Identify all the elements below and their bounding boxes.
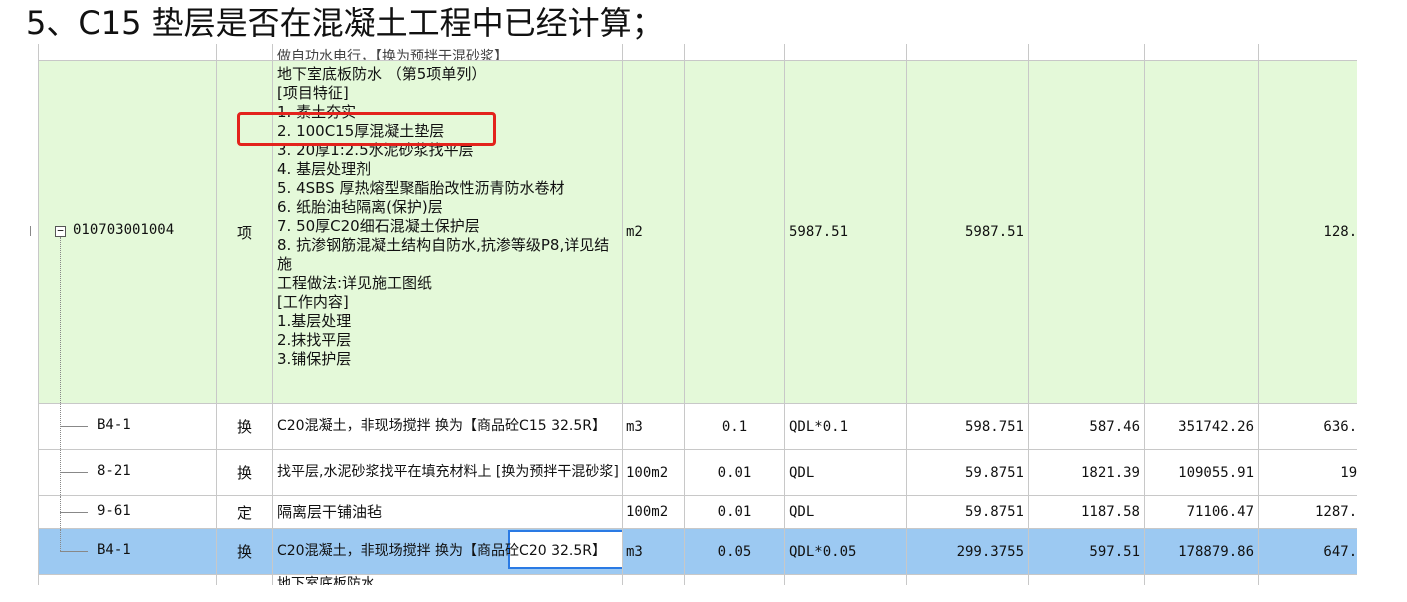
quota-quantity-expr[interactable]: QDL bbox=[785, 450, 907, 496]
tree-line bbox=[60, 237, 61, 403]
quota-code: B4-1 bbox=[97, 542, 131, 558]
quota-total: 71106.47 bbox=[1145, 496, 1259, 529]
quota-total: 109055.91 bbox=[1145, 450, 1259, 496]
bill-item-description-cell[interactable]: 地下室底板防水 （第5项单列） [项目特征] 1. 素土夯实 2. 100C15… bbox=[273, 61, 623, 404]
quota-description: C20混凝土，非现场搅拌 换为【商品砼C15 32.5R】 bbox=[277, 418, 606, 434]
bill-item-unit: m2 bbox=[623, 61, 685, 404]
quota-description: 隔离层干铺油毡 bbox=[277, 502, 383, 521]
quota-quantity-expr[interactable]: QDL*0.1 bbox=[785, 404, 907, 450]
bill-item-description: 地下室底板防水 （第5项单列） [项目特征] 1. 素土夯实 2. 100C15… bbox=[277, 65, 610, 368]
quota-code: 8-21 bbox=[97, 463, 131, 479]
quota-unit: m3 bbox=[623, 529, 685, 575]
bill-item-total bbox=[1145, 61, 1259, 404]
quota-quantity: 598.751 bbox=[907, 404, 1029, 450]
quota-row[interactable]: B4-1 换 C20混凝土，非现场搅拌 换为【商品砼C15 32.5R】 m3 … bbox=[39, 404, 1357, 450]
quota-unit-price: 587.46 bbox=[1029, 404, 1145, 450]
quota-content: 0.05 bbox=[685, 529, 785, 575]
quota-row-selected[interactable]: B4-1 换 C20混凝土，非现场搅拌 换为【商品砼C20 32.5R】 m3 … bbox=[39, 529, 1357, 575]
quota-unit-price: 597.51 bbox=[1029, 529, 1145, 575]
quota-last-value: 636.68 bbox=[1259, 404, 1357, 450]
quota-type: 定 bbox=[217, 496, 273, 529]
quota-last-value: 647.57 bbox=[1259, 529, 1357, 575]
quota-last-value: 1287.09 bbox=[1259, 496, 1357, 529]
bill-item-unit-price bbox=[1029, 61, 1145, 404]
quota-quantity-expr[interactable]: QDL bbox=[785, 496, 907, 529]
bill-item-type: 项 bbox=[217, 61, 273, 404]
quota-unit: m3 bbox=[623, 404, 685, 450]
quota-description: 找平层,水泥砂浆找平在填充材料上 [换为预拌干混砂浆] bbox=[277, 464, 619, 480]
quota-description: C20混凝土，非现场搅拌 换为【商品砼C20 32.5R】 bbox=[277, 543, 606, 559]
quota-description-editor[interactable]: C20混凝土，非现场搅拌 换为【商品砼C20 32.5R】 bbox=[273, 529, 623, 575]
quota-quantity: 59.8751 bbox=[907, 450, 1029, 496]
quota-content: 0.01 bbox=[685, 496, 785, 529]
quota-quantity: 59.8751 bbox=[907, 496, 1029, 529]
quota-type: 换 bbox=[217, 450, 273, 496]
partial-row-bottom: 地下室底板防水 bbox=[39, 575, 1357, 585]
quota-code: B4-1 bbox=[97, 417, 131, 433]
collapse-minus-icon[interactable]: − bbox=[55, 225, 66, 237]
quota-total: 351742.26 bbox=[1145, 404, 1259, 450]
quota-grid: 做自功水电行，【换为预拌干混砂浆】 − 010703001004 项 地下室底板… bbox=[38, 44, 1357, 585]
quota-row[interactable]: 9-61 定 隔离层干铺油毡 100m2 0.01 QDL 59.8751 11… bbox=[39, 496, 1357, 529]
quota-last-value: 1974 bbox=[1259, 450, 1357, 496]
bill-item-code: 010703001004 bbox=[73, 222, 175, 238]
quota-code: 9-61 bbox=[97, 503, 131, 519]
partial-row-top-text: 做自功水电行，【换为预拌干混砂浆】 bbox=[277, 49, 508, 61]
bill-item-quantity-expr[interactable]: 5987.51 bbox=[785, 61, 907, 404]
bill-item-row[interactable]: − 010703001004 项 地下室底板防水 （第5项单列） [项目特征] … bbox=[39, 61, 1357, 404]
quota-type: 换 bbox=[217, 529, 273, 575]
bill-item-last-value: 128.66 bbox=[1259, 61, 1357, 404]
quota-type: 换 bbox=[217, 404, 273, 450]
bill-item-content bbox=[685, 61, 785, 404]
quota-total: 178879.86 bbox=[1145, 529, 1259, 575]
partial-row-bottom-text: 地下室底板防水 bbox=[277, 576, 375, 585]
quota-row[interactable]: 8-21 换 找平层,水泥砂浆找平在填充材料上 [换为预拌干混砂浆] 100m2… bbox=[39, 450, 1357, 496]
quota-unit: 100m2 bbox=[623, 496, 685, 529]
quota-quantity-expr[interactable]: QDL*0.05 bbox=[785, 529, 907, 575]
quota-unit-price: 1187.58 bbox=[1029, 496, 1145, 529]
quota-unit-price: 1821.39 bbox=[1029, 450, 1145, 496]
quota-unit: 100m2 bbox=[623, 450, 685, 496]
partial-row-top: 做自功水电行，【换为预拌干混砂浆】 bbox=[39, 44, 1357, 61]
bill-item-quantity: 5987.51 bbox=[907, 61, 1029, 404]
quota-quantity: 299.3755 bbox=[907, 529, 1029, 575]
page-heading: 5、C15 垫层是否在混凝土工程中已经计算； bbox=[26, 4, 664, 42]
quota-content: 0.01 bbox=[685, 450, 785, 496]
left-edge-tick bbox=[30, 226, 32, 236]
bill-item-code-cell[interactable]: − 010703001004 bbox=[39, 61, 217, 404]
quota-content: 0.1 bbox=[685, 404, 785, 450]
